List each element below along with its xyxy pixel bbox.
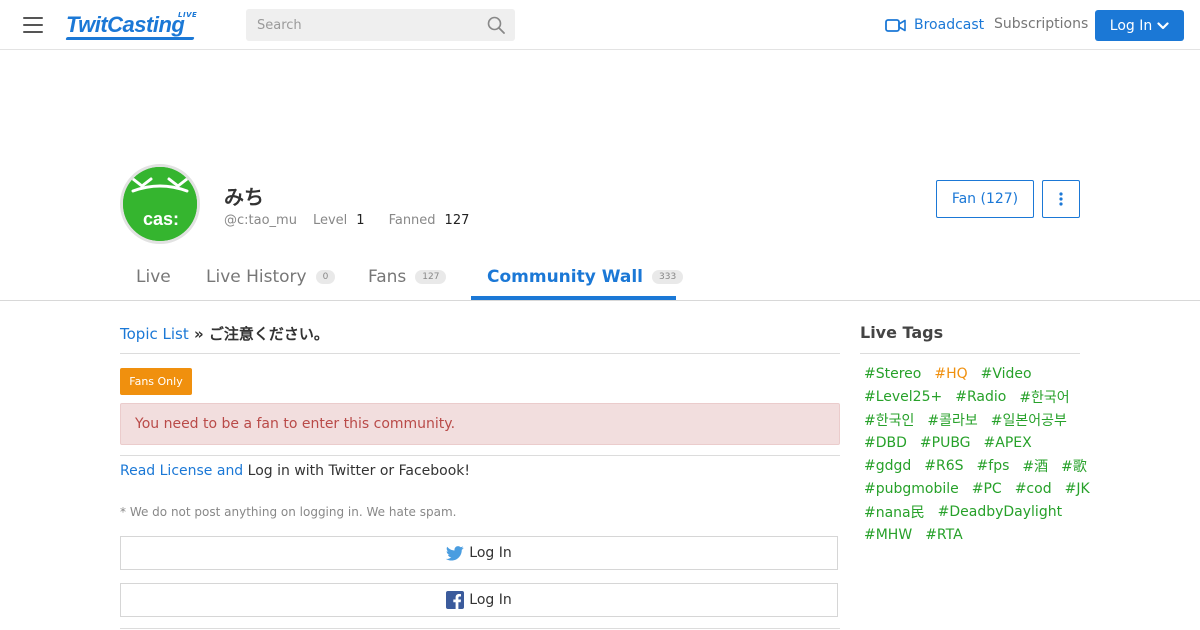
live-tag[interactable]: #fps [977, 458, 1010, 474]
level-value: 1 [356, 213, 365, 228]
tag-row: #nana民 #DeadbyDaylight [864, 500, 1080, 523]
logo[interactable]: TwitCasting LIVE [65, 11, 197, 40]
logo-text: TwitCasting [66, 12, 185, 37]
fans-only-badge: Fans Only [120, 368, 192, 395]
live-tag[interactable]: #gdgd [864, 458, 911, 474]
fanned-label: Fanned [388, 213, 436, 228]
tab-live[interactable]: Live [136, 253, 171, 301]
logo-live-badge: LIVE [178, 11, 198, 19]
read-license-link[interactable]: Read License and [120, 463, 243, 479]
tag-row: #gdgd #R6S #fps #酒 #歌 [864, 454, 1087, 477]
tab-community-wall[interactable]: Community Wall 333 [487, 253, 684, 301]
search-box [246, 9, 515, 41]
tag-row: #DBD #PUBG #APEX [864, 431, 1080, 454]
live-tag[interactable]: #Video [981, 366, 1032, 382]
live-tag[interactable]: #콜라보 [927, 410, 977, 430]
tag-row: #MHW #RTA [864, 523, 1080, 546]
active-tab-indicator [471, 296, 676, 300]
tab-fans[interactable]: Fans 127 [368, 253, 447, 301]
live-tag[interactable]: #cod [1015, 481, 1052, 497]
profile-meta: @c:tao_mu Level 1 Fanned 127 [224, 213, 469, 228]
live-tag[interactable]: #pubgmobile [864, 481, 959, 497]
login-dropdown-button[interactable]: Log In [1095, 10, 1184, 41]
live-tags-title: Live Tags [860, 323, 944, 342]
login-prompt: Log in with Twitter or Facebook! [243, 463, 471, 479]
live-tag[interactable]: #R6S [924, 458, 963, 474]
search-input[interactable] [246, 9, 471, 41]
hamburger-menu-icon[interactable] [23, 17, 43, 33]
fan-required-alert: You need to be a fan to enter this commu… [120, 403, 840, 445]
subscriptions-link[interactable]: Subscriptions [994, 16, 1088, 32]
fan-button[interactable]: Fan (127) [936, 180, 1034, 218]
live-tag[interactable]: #APEX [984, 435, 1032, 451]
tab-fans-badge: 127 [415, 270, 447, 284]
frog-avatar-icon: cas: [123, 167, 197, 241]
live-tag[interactable]: #한국어 [1019, 387, 1069, 407]
video-camera-icon [885, 18, 906, 32]
live-tag[interactable]: #歌 [1061, 456, 1087, 476]
alert-text: You need to be a fan to enter this commu… [135, 416, 456, 432]
tab-community-wall-badge: 333 [652, 270, 684, 284]
tag-row: #pubgmobile #PC #cod #JK [864, 477, 1090, 500]
live-tag[interactable]: #PC [972, 481, 1002, 497]
live-tag[interactable]: #JK [1065, 481, 1090, 497]
live-tag[interactable]: #DBD [864, 435, 907, 451]
live-tag[interactable]: #한국인 [864, 410, 914, 430]
level-label: Level [312, 213, 348, 228]
divider [860, 353, 1080, 354]
tab-live-history-badge: 0 [315, 270, 336, 284]
breadcrumb: Topic List » ご注意ください。 [120, 323, 329, 344]
vertical-ellipsis-icon [1059, 192, 1063, 206]
live-tag[interactable]: #nana民 [864, 502, 925, 522]
live-tag[interactable]: #DeadbyDaylight [938, 504, 1062, 520]
broadcast-label: Broadcast [914, 17, 985, 33]
logo-underline [65, 37, 195, 40]
live-tag[interactable]: #HQ [934, 366, 967, 382]
tab-live-history[interactable]: Live History 0 [206, 253, 336, 301]
live-tag[interactable]: #Stereo [864, 366, 921, 382]
facebook-login-label: Log In [469, 592, 512, 608]
tab-live-history-label: Live History [206, 267, 307, 287]
login-button-label: Log In [1109, 17, 1153, 34]
live-tag[interactable]: #MHW [864, 527, 912, 543]
tab-fans-label: Fans [368, 267, 407, 287]
broadcast-link[interactable]: Broadcast [885, 16, 984, 34]
live-tag[interactable]: #RTA [925, 527, 962, 543]
divider [120, 353, 840, 354]
fanned-value: 127 [444, 213, 470, 228]
profile-handle: @c:tao_mu [224, 213, 297, 228]
tab-community-wall-label: Community Wall [487, 267, 644, 287]
twitter-bird-icon [446, 545, 464, 561]
divider [120, 455, 840, 456]
top-header: TwitCasting LIVE Broadcast Subscriptions… [0, 0, 1200, 50]
profile-name: みち [224, 185, 264, 209]
facebook-login-button[interactable]: Log In [120, 583, 838, 617]
divider [120, 628, 840, 629]
avatar: cas: [120, 164, 200, 244]
twitter-login-label: Log In [469, 545, 512, 561]
live-tag[interactable]: #酒 [1022, 456, 1048, 476]
breadcrumb-separator: » [188, 325, 209, 343]
tag-row: #Stereo #HQ #Video [864, 362, 1080, 385]
tag-row: #한국인 #콜라보 #일본어공부 [864, 408, 1080, 431]
live-tag[interactable]: #일본어공부 [991, 410, 1067, 430]
more-options-button[interactable] [1042, 180, 1080, 218]
search-icon[interactable] [487, 16, 505, 34]
topic-title: ご注意ください。 [208, 325, 329, 343]
twitter-login-button[interactable]: Log In [120, 536, 838, 570]
live-tag[interactable]: #PUBG [920, 435, 971, 451]
live-tags-list: #Stereo #HQ #Video #Level25+ #Radio #한국어 #한국인 #… [864, 362, 1090, 546]
spam-note: * We do not post anything on logging in.… [120, 505, 457, 519]
chevron-down-icon [1157, 21, 1169, 29]
facebook-icon [446, 591, 465, 609]
license-line: Read License and Log in with Twitter or … [120, 463, 470, 479]
svg-text:cas:: cas: [143, 209, 179, 229]
live-tag[interactable]: #Level25+ [864, 389, 942, 405]
topic-list-link[interactable]: Topic List [120, 325, 189, 343]
profile-tabs: Live Live History 0 Fans 127 Community W… [0, 253, 1200, 301]
tag-row: #Level25+ #Radio #한국어 [864, 385, 1080, 408]
tab-live-label: Live [136, 267, 171, 287]
live-tag[interactable]: #Radio [955, 389, 1006, 405]
